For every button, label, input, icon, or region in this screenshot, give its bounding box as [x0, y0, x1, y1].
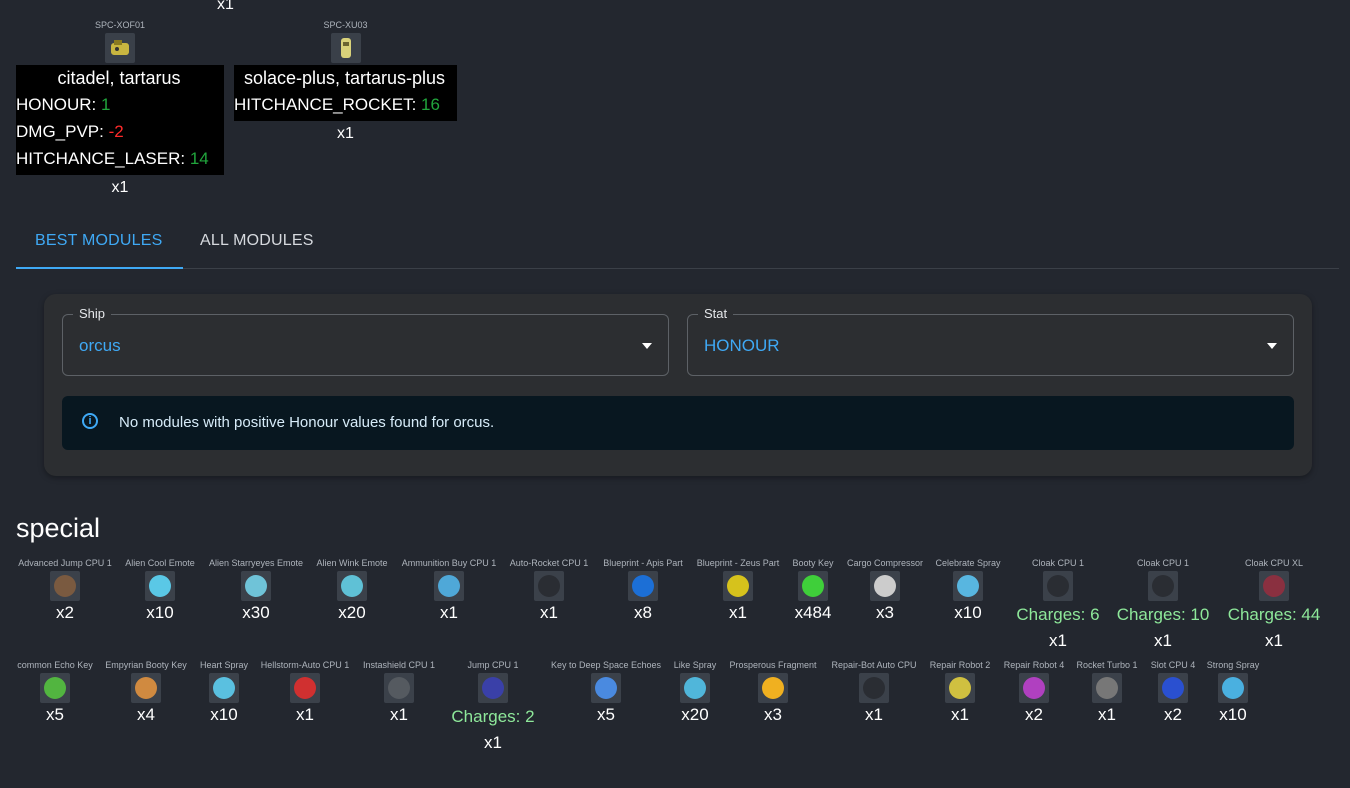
stat-row-hitchance-laser: HITCHANCE_LASER: 14 — [16, 149, 209, 168]
module-tabs: BEST MODULES ALL MODULES — [16, 222, 1339, 269]
item-icon — [40, 673, 70, 703]
ship-select[interactable]: Ship orcus — [62, 306, 669, 376]
item-icon — [953, 571, 983, 601]
item-icon — [859, 673, 889, 703]
stat-select-value: HONOUR — [704, 336, 780, 355]
compatible-ships: solace-plus, tartarus-plus — [243, 68, 446, 88]
compatible-ships: citadel, tartarus — [57, 68, 181, 88]
item-icon — [1148, 571, 1178, 601]
ship-select-label: Ship — [73, 306, 112, 321]
item-tooltip: solace-plus, tartarus-plus HITCHANCE_ROC… — [234, 65, 457, 121]
item-icon — [1259, 571, 1289, 601]
chevron-down-icon — [1267, 343, 1277, 349]
tab-best-modules[interactable]: BEST MODULES — [35, 222, 162, 268]
info-alert: i No modules with positive Honour values… — [62, 396, 1294, 450]
item-icon — [591, 673, 621, 703]
item-icon — [50, 571, 80, 601]
item-name: Cloak CPU XL — [1244, 558, 1304, 568]
item-quantity: x10 — [1219, 705, 1247, 724]
laser-module-icon — [105, 33, 135, 63]
stat-select-label: Stat — [698, 306, 734, 321]
alert-message: No modules with positive Honour values f… — [119, 414, 495, 431]
item-icon — [534, 571, 564, 601]
item-icon — [384, 673, 414, 703]
stat-row-dmg-pvp: DMG_PVP: -2 — [16, 122, 124, 141]
filter-panel: Ship orcus Stat HONOUR i No modules with… — [44, 294, 1312, 476]
item-icon — [337, 571, 367, 601]
list-item[interactable]: Strong Spray x10 — [1163, 659, 1303, 727]
item-icon — [1043, 571, 1073, 601]
item-charges: Charges: 44 — [1227, 605, 1321, 624]
item-code: SPC-XOF01 — [94, 20, 145, 30]
tab-all-modules[interactable]: ALL MODULES — [200, 222, 314, 268]
item-icon — [241, 571, 271, 601]
rocket-module-icon — [330, 33, 361, 63]
ship-select-value: orcus — [79, 336, 121, 355]
item-icon — [870, 571, 900, 601]
item-code: SPC-XU03 — [323, 20, 368, 30]
info-icon: i — [82, 413, 98, 429]
item-icon — [758, 673, 788, 703]
item-icon — [434, 571, 464, 601]
stat-row-honour: HONOUR: 1 — [16, 95, 111, 114]
item-name: Strong Spray — [1206, 660, 1260, 670]
item-quantity: x1 — [111, 179, 129, 196]
chevron-down-icon — [642, 343, 652, 349]
section-title: special — [16, 513, 101, 543]
item-card-spc-xof01[interactable]: SPC-XOF01 citadel, tartarus HONOUR: 1 DM… — [16, 19, 224, 201]
list-item[interactable]: Cloak CPU XL Charges: 44 x1 — [1204, 557, 1344, 653]
active-tab-indicator — [16, 267, 183, 269]
item-icon — [290, 673, 320, 703]
item-icon — [478, 673, 508, 703]
item-card-spc-xu03[interactable]: SPC-XU03 solace-plus, tartarus-plus HITC… — [234, 19, 457, 147]
stat-row-hitchance-rocket: HITCHANCE_ROCKET: 16 — [234, 95, 440, 114]
item-icon — [1218, 673, 1248, 703]
item-quantity: x1 — [337, 125, 354, 142]
item-icon — [145, 571, 175, 601]
item-icon — [628, 571, 658, 601]
item-tooltip: citadel, tartarus HONOUR: 1 DMG_PVP: -2 … — [16, 65, 224, 175]
stat-select[interactable]: Stat HONOUR — [687, 306, 1294, 376]
stray-quantity: x1 — [217, 0, 234, 13]
item-quantity: x1 — [1265, 631, 1283, 650]
item-quantity: x1 — [484, 733, 502, 752]
